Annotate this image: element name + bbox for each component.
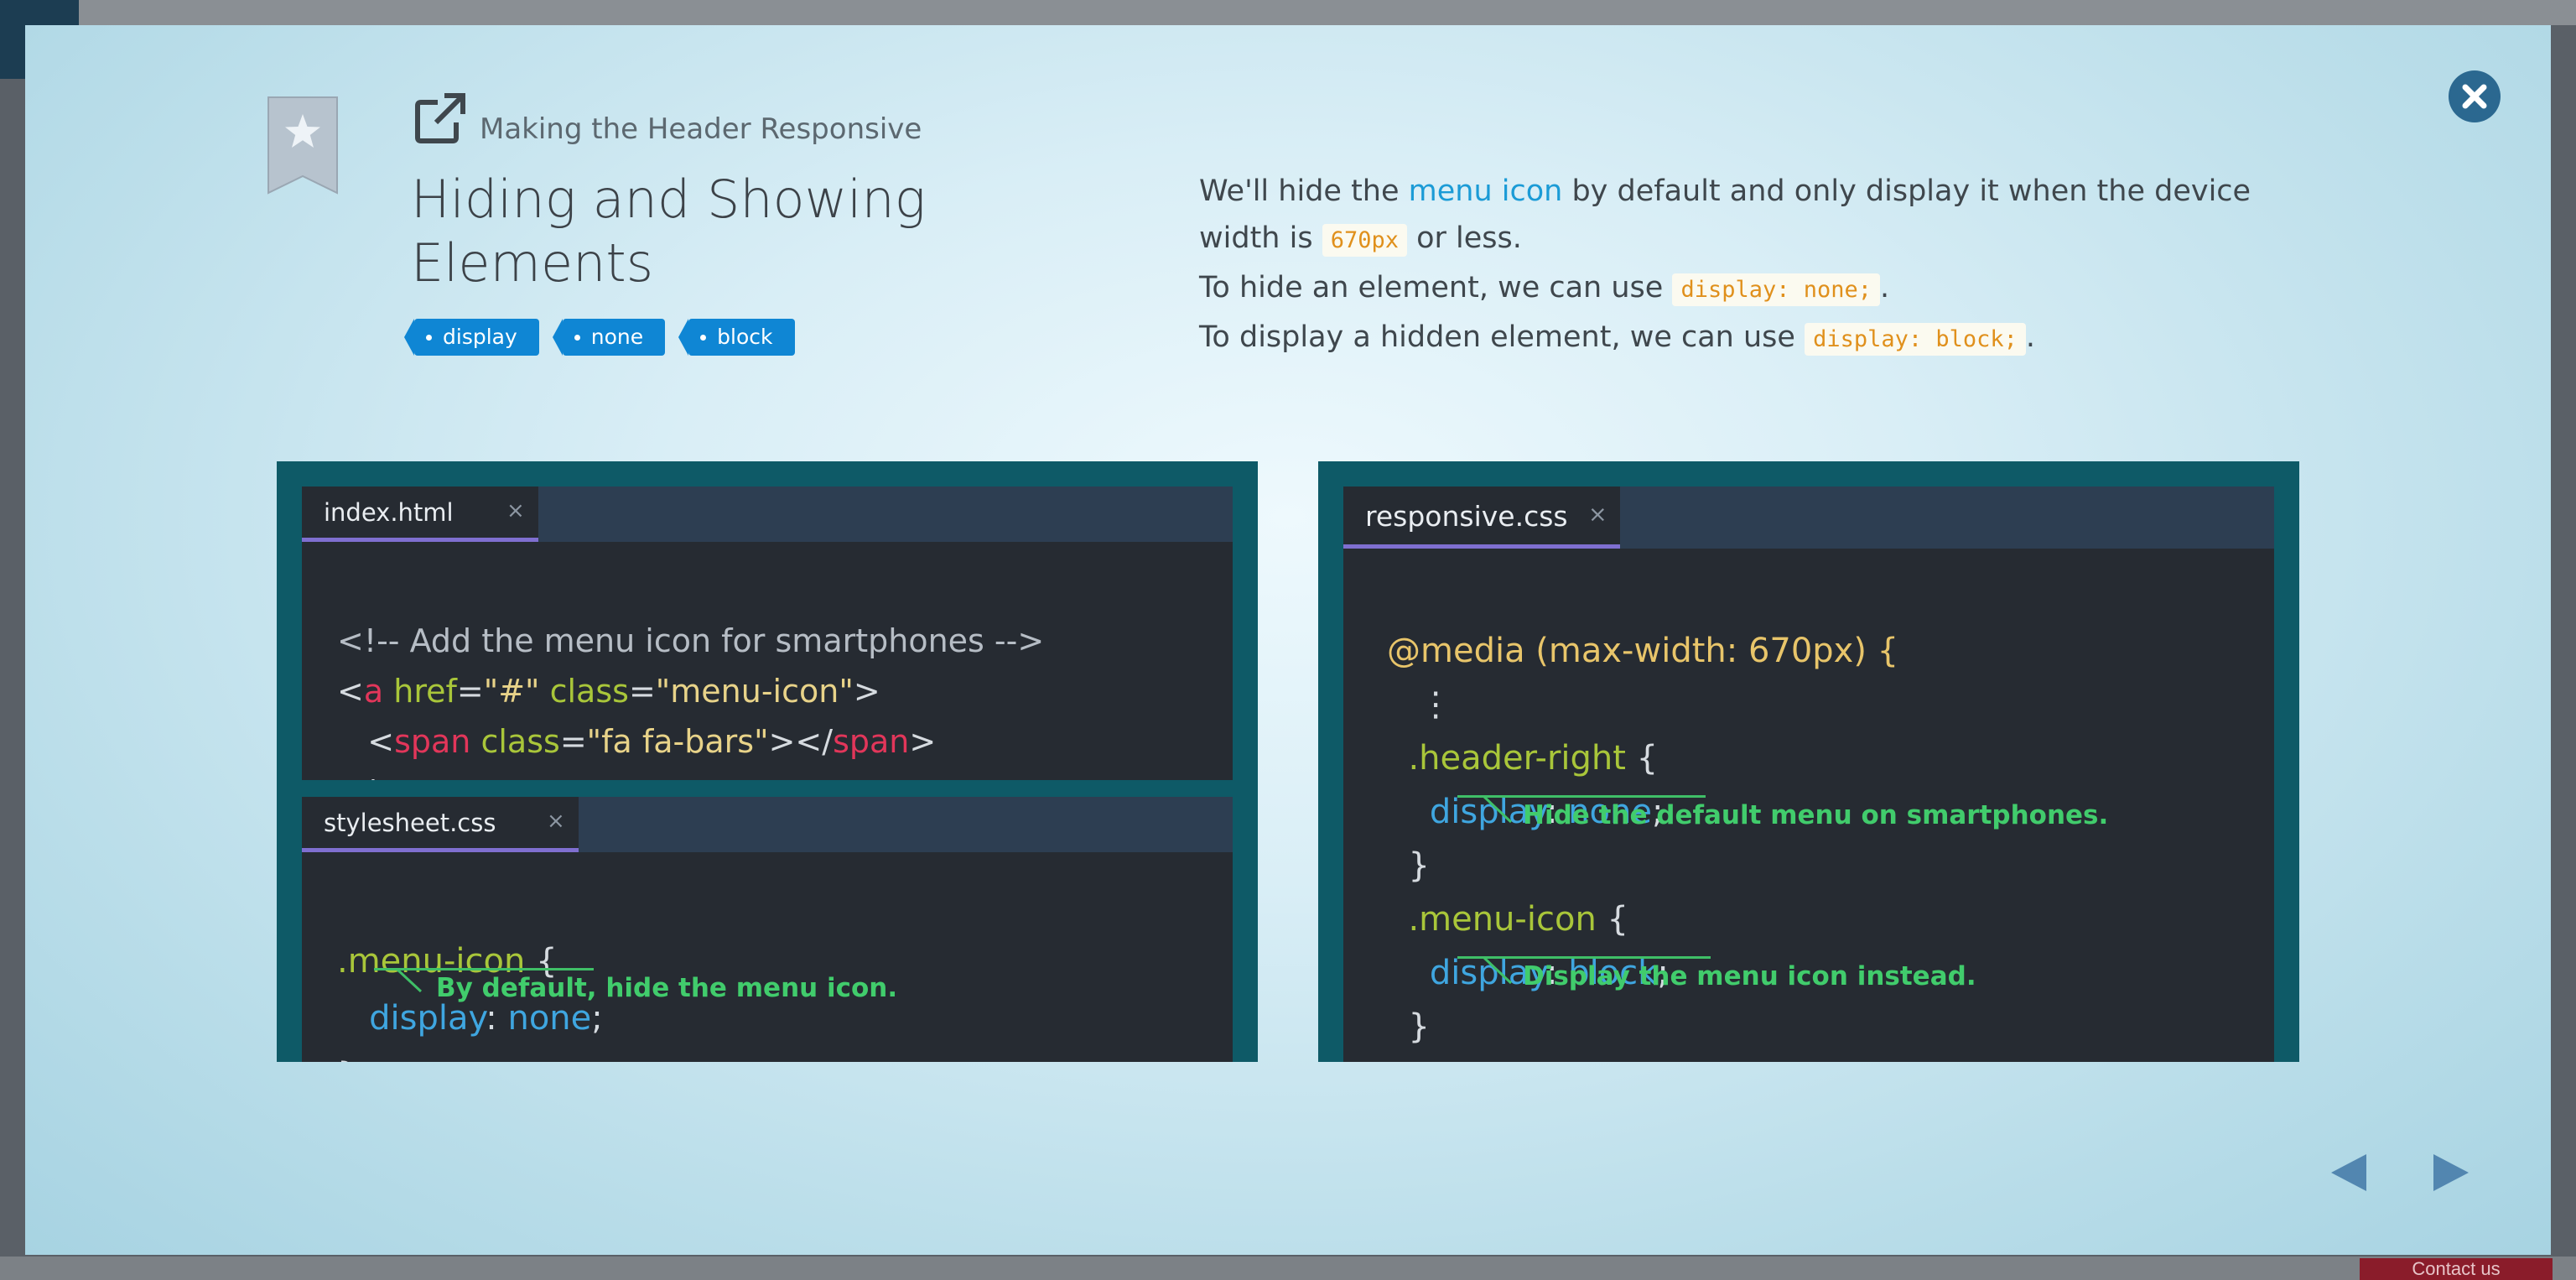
callout-line bbox=[1483, 956, 1513, 985]
external-link-icon[interactable] bbox=[413, 91, 468, 146]
close-tab-icon[interactable]: × bbox=[547, 809, 565, 834]
close-button[interactable] bbox=[2449, 70, 2501, 122]
tag-none[interactable]: none bbox=[552, 319, 666, 356]
tab-index-html[interactable]: index.html × bbox=[302, 487, 538, 542]
code-chip-670px: 670px bbox=[1322, 224, 1407, 257]
css-callout-note: By default, hide the menu icon. bbox=[436, 973, 898, 1003]
css-editor: stylesheet.css × .menu-icon { display: n… bbox=[302, 797, 1233, 1062]
page-title: Hiding and Showing Elements bbox=[411, 169, 927, 294]
menu-icon-link: menu icon bbox=[1408, 174, 1563, 208]
html-code: <!-- Add the menu icon for smartphones -… bbox=[337, 622, 1045, 780]
html-editor: index.html × <!-- Add the menu icon for … bbox=[302, 487, 1233, 780]
tag-list: display none block bbox=[404, 319, 795, 356]
previous-slide-icon[interactable] bbox=[2328, 1151, 2371, 1194]
responsive-callout-note-1: Hide the default menu on smartphones. bbox=[1523, 800, 2109, 830]
description-line-2: To hide an element, we can use display: … bbox=[1199, 271, 1890, 306]
callout-line bbox=[1483, 795, 1513, 824]
slide-description: We'll hide the menu icon by default and … bbox=[1199, 168, 2289, 363]
contact-button[interactable]: Contact us bbox=[2360, 1258, 2553, 1280]
section-title: Making the Header Responsive bbox=[480, 112, 922, 146]
tag-block[interactable]: block bbox=[678, 319, 795, 356]
responsive-callout-note-2: Display the menu icon instead. bbox=[1523, 961, 1976, 991]
close-tab-icon[interactable]: × bbox=[506, 498, 525, 523]
callout-line bbox=[396, 968, 423, 993]
close-icon bbox=[2462, 84, 2487, 109]
background-bottombar bbox=[0, 1257, 2576, 1280]
next-slide-icon[interactable] bbox=[2428, 1151, 2472, 1194]
description-line-3: To display a hidden element, we can use … bbox=[1199, 320, 2036, 356]
description-line-1: We'll hide the menu icon by default and … bbox=[1199, 174, 2251, 257]
bookmark-icon[interactable] bbox=[267, 96, 339, 195]
slide-modal: Making the Header Responsive Hiding and … bbox=[25, 25, 2551, 1255]
code-chip-display-none: display: none; bbox=[1672, 273, 1881, 306]
code-chip-display-block: display: block; bbox=[1805, 323, 2026, 356]
tab-responsive-css[interactable]: responsive.css × bbox=[1343, 487, 1620, 549]
right-code-panel: responsive.css × @media (max-width: 670p… bbox=[1318, 461, 2299, 1062]
responsive-editor: responsive.css × @media (max-width: 670p… bbox=[1343, 487, 2274, 1062]
background-topbar bbox=[0, 0, 2576, 25]
tag-display[interactable]: display bbox=[404, 319, 539, 356]
close-tab-icon[interactable]: × bbox=[1588, 502, 1607, 528]
tab-stylesheet-css[interactable]: stylesheet.css × bbox=[302, 797, 579, 852]
left-code-panel: index.html × <!-- Add the menu icon for … bbox=[277, 461, 1258, 1062]
